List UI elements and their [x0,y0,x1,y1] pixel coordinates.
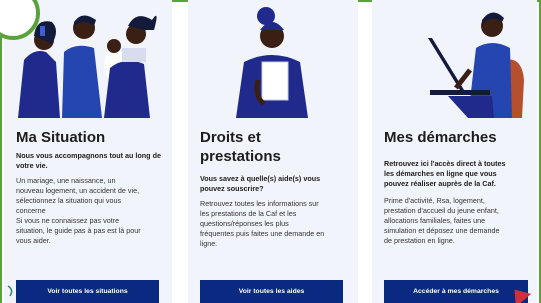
voir-aides-button[interactable]: Voir toutes les aides [200,280,343,303]
man-laptop-illustration [372,0,537,118]
woman-reading-illustration [188,0,358,118]
body-line: ligne. [200,239,218,248]
card-intro: Nous vous accompagnons tout au long de v… [16,151,161,170]
body-line: les prestations de la Caf et les [200,209,297,218]
body-line: situation, le guide pas à pas est là pou… [16,226,141,235]
body-line: sélectionnez la situation qui vous [16,196,122,205]
card-body: Retrouvez toutes les informations sur le… [200,199,355,249]
card-intro: Retrouvez ici l'accès direct à toutes le… [384,159,536,189]
body-line: fréquentes puis faites une demande en [200,229,325,238]
intro-line: Vous savez à quelle(s) aide(s) vous [200,174,321,183]
intro-line: pouvez réaliser auprès de la Caf. [384,179,496,188]
card-mes-demarches: Mes démarches Retrouvez ici l'accès dire… [372,0,537,303]
body-line: Un mariage, une naissance, un [16,176,116,185]
card-title: Mes démarches [384,129,497,146]
page-frame: Ma Situation Nous vous accompagnons tout… [0,0,541,303]
card-intro: Vous savez à quelle(s) aide(s) vous pouv… [200,174,355,194]
intro-line: pouvez souscrire? [200,184,264,193]
body-line: nouveau logement, un accident de vie, [16,186,140,195]
acceder-demarches-button[interactable]: Accéder à mes démarches [384,280,528,303]
card-ma-situation: Ma Situation Nous vous accompagnons tout… [4,0,172,303]
title-line: Droits et [200,129,261,146]
card-droits-prestations: Droits et prestations Vous savez à quell… [188,0,358,303]
body-line: questions/réponses les plus [200,219,289,228]
body-line: simulation et déposez une demande [384,226,500,235]
card-title: Ma Situation [16,129,106,146]
card-body: Un mariage, une naissance, un nouveau lo… [16,176,171,246]
card-title: Droits et prestations [200,128,281,166]
body-line: Prime d'activité, Rsa, logement, [384,196,485,205]
body-line: allocations familiales, faites une [384,216,486,225]
body-line: concerne [16,206,46,215]
body-line: Retrouvez toutes les informations sur [200,199,319,208]
body-line: de prestation en ligne. [384,236,455,245]
green-border-left [0,30,2,303]
body-line: prestation d'accueil du jeune enfant, [384,206,499,215]
card-body: Prime d'activité, Rsa, logement, prestat… [384,196,536,246]
title-line: prestations [200,148,281,165]
body-line: Si vous ne connaissez pas votre [16,216,120,225]
sparkle-icon [7,285,13,297]
intro-line: Retrouvez ici l'accès direct à toutes [384,159,506,168]
intro-line: les démarches en ligne que vous [384,169,497,178]
body-line: vous aider. [16,236,51,245]
voir-situations-button[interactable]: Voir toutes les situations [16,280,159,303]
